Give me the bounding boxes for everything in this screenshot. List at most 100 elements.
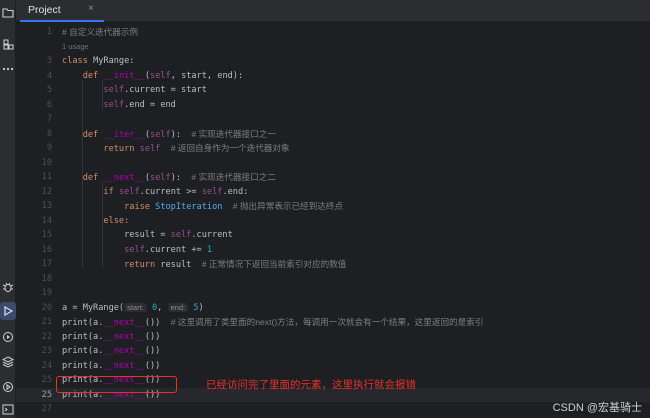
code-text: result = self.current (62, 230, 233, 240)
code-line[interactable]: 19 (16, 286, 650, 301)
line-number: 24 (41, 360, 52, 371)
code-text: print(a.__next__()) (62, 346, 161, 356)
layers-icon[interactable] (1, 355, 15, 369)
param-hint: start: (124, 302, 147, 312)
code-token: self (124, 244, 145, 255)
code-line[interactable]: 14 else: (16, 214, 650, 229)
code-text: self.current += 1 (124, 244, 213, 255)
code-text: return result # 正常情况下返回当前索引对应的数值 (124, 259, 347, 270)
code-token: return (103, 144, 135, 154)
code-token: return (124, 260, 156, 270)
line-number: 15 (41, 230, 52, 240)
watermark: CSDN @宏基骑士 (552, 402, 642, 414)
code-line[interactable]: 20 a = MyRange(start: 0, end: 5) (16, 301, 650, 316)
line-number: 21 (41, 317, 52, 327)
code-token: # 自定义迭代器示例 (62, 27, 138, 37)
code-text: raise StopIteration # 抛出异常表示已经到达终点 (62, 199, 343, 215)
run-icon[interactable] (1, 304, 15, 318)
code-token: self (150, 129, 171, 140)
code-text: print(a.__next__()) # 这里调用了类里面的next()方法，… (62, 317, 484, 328)
line-number: 7 (46, 114, 52, 124)
line-number: 9 (46, 143, 52, 153)
code-token: self (150, 173, 171, 183)
line-number: 5 (46, 85, 52, 95)
code-token: def (82, 173, 99, 183)
line-number: 27 (41, 404, 52, 414)
param-hint: end: (167, 302, 189, 312)
code-token: self (103, 99, 125, 110)
editor-tab-strip: Project × (16, 0, 650, 22)
code-line[interactable]: 10 (16, 156, 650, 171)
code-line[interactable]: 6 self.end = end (16, 98, 650, 113)
code-line[interactable]: 4 def __init__(self, start, end): (16, 69, 650, 84)
structure-icon[interactable] (1, 37, 15, 51)
close-icon[interactable]: × (88, 3, 94, 14)
line-number: 20 (41, 302, 52, 313)
code-line[interactable]: 15 result = self.current (16, 228, 650, 243)
code-line[interactable]: 17 return result # 正常情况下返回当前索引对应的数值 (16, 257, 650, 272)
more-icon[interactable] (1, 62, 15, 76)
code-token: StopIteration (155, 202, 223, 212)
code-token: self (170, 230, 192, 240)
play-circle-icon[interactable] (1, 380, 15, 394)
code-token: 1 (206, 244, 213, 255)
code-line[interactable]: 1 usage (16, 40, 650, 55)
annotation-text: 已经访问完了里面的元素，这里执行就会报错 (206, 379, 416, 391)
code-line[interactable]: 1 # 自定义迭代器示例 (16, 25, 650, 40)
debug-icon[interactable] (1, 280, 15, 294)
code-text: print(a.__next__()) (62, 331, 161, 342)
code-line[interactable]: 12 if self.current >= self.end: (16, 185, 650, 200)
code-token: # 实现迭代器接口之二 (191, 172, 276, 182)
line-number: 23 (41, 346, 52, 356)
line-number: 25 (41, 375, 52, 385)
code-token: self (103, 85, 125, 95)
line-number: 16 (41, 244, 52, 255)
code-token: 0 (151, 302, 158, 313)
code-line[interactable]: 16 self.current += 1 (16, 243, 650, 258)
line-number: 10 (41, 157, 52, 168)
code-token: __init__ (103, 70, 145, 81)
code-line[interactable]: 9 return self # 返回自身作为一个迭代器对象 (16, 141, 650, 156)
code-token: # 实现迭代器接口之一 (191, 128, 276, 139)
tab-project[interactable]: Project × (20, 0, 104, 22)
code-line[interactable]: 23 print(a.__next__()) (16, 344, 650, 359)
code-token: raise (124, 202, 150, 212)
code-line[interactable]: 8 def __iter__(self): # 实现迭代器接口之一 (16, 127, 650, 142)
code-line[interactable]: 18 (16, 272, 650, 287)
line-number: 1 (46, 27, 52, 37)
code-token: self (118, 186, 140, 197)
code-token: self (150, 70, 171, 81)
line-number: 22 (41, 331, 52, 342)
code-line[interactable]: 5 self.current = start (16, 83, 650, 98)
folder-icon[interactable] (1, 5, 15, 19)
code-token: 5 (193, 302, 199, 313)
code-line[interactable]: 24 print(a.__next__()) (16, 359, 650, 374)
code-text: a = MyRange(start: 0, end: 5) (62, 302, 204, 313)
code-text: def __init__(self, start, end): (82, 70, 244, 81)
code-text: def __next__(self): # 实现迭代器接口之二 (82, 172, 276, 183)
line-number: 13 (41, 201, 52, 211)
code-editor[interactable]: 1 # 自定义迭代器示例 1 usage 3 class MyRange: 4 def _… (16, 22, 650, 418)
code-line[interactable]: 11 def __next__(self): # 实现迭代器接口之二 (16, 170, 650, 185)
code-token: self (139, 144, 161, 154)
code-line[interactable]: 21 print(a.__next__()) # 这里调用了类里面的next()方… (16, 315, 650, 330)
code-line[interactable]: 7 (16, 112, 650, 127)
code-token: # 正常情况下返回当前索引对应的数值 (201, 259, 347, 269)
code-line[interactable]: 3 class MyRange: (16, 54, 650, 69)
code-line[interactable]: 22 print(a.__next__()) (16, 330, 650, 345)
line-number: 8 (46, 128, 52, 139)
code-line[interactable]: 13 raise StopIteration # 抛出异常表示已经到达终点 (16, 199, 650, 214)
terminal-icon[interactable] (1, 402, 15, 416)
line-number: 11 (41, 172, 52, 182)
code-token: if (103, 186, 114, 197)
code-text: return self # 返回自身作为一个迭代器对象 (62, 141, 289, 157)
line-number: 6 (46, 99, 52, 110)
activity-bar (0, 0, 16, 418)
line-number: 4 (46, 70, 52, 81)
code-text: print(a.__next__()) (62, 360, 161, 371)
line-number: 18 (41, 273, 52, 284)
code-text: if self.current >= self.end: (103, 186, 249, 197)
code-token: self (201, 186, 223, 197)
services-icon[interactable] (1, 330, 15, 344)
code-token: MyRange (93, 56, 130, 66)
